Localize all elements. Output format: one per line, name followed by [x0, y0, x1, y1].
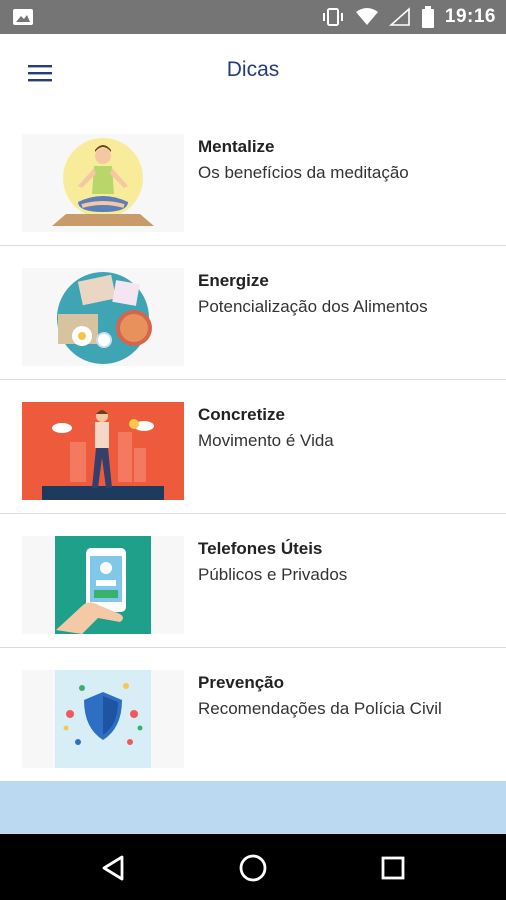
item-title: Mentalize: [198, 137, 275, 156]
item-title: Concretize: [198, 405, 285, 424]
status-bar: 19:16: [0, 0, 506, 34]
item-subtitle: Recomendações da Polícia Civil: [198, 699, 442, 718]
tips-list: Mentalize Os benefícios da meditação Ene…: [0, 112, 506, 782]
battery-icon: [421, 6, 434, 28]
meditation-image: [22, 134, 184, 232]
app-bar: Dicas: [0, 34, 506, 112]
back-triangle-icon: [102, 855, 124, 881]
item-subtitle: Públicos e Privados: [198, 565, 348, 584]
item-title: Prevenção: [198, 673, 284, 692]
phone-image: [22, 536, 184, 634]
bottom-banner: [0, 781, 506, 834]
status-time: 19:16: [444, 6, 496, 27]
food-image: [22, 268, 184, 366]
item-subtitle: Movimento é Vida: [198, 431, 334, 450]
wifi-icon: [355, 8, 378, 25]
vibrate-icon: [322, 8, 343, 26]
item-subtitle: Potencialização dos Alimentos: [198, 297, 428, 316]
list-item-concretize[interactable]: Concretize Movimento é Vida: [0, 380, 506, 514]
page-title: Dicas: [226, 58, 280, 81]
back-button[interactable]: [93, 848, 133, 888]
home-circle-icon: [239, 854, 267, 882]
home-button[interactable]: [233, 848, 273, 888]
item-title: Energize: [198, 271, 269, 290]
list-item-telefones-uteis[interactable]: Telefones Úteis Públicos e Privados: [0, 514, 506, 648]
item-title: Telefones Úteis: [198, 539, 323, 558]
recents-button[interactable]: [373, 848, 413, 888]
exercise-image: [22, 402, 184, 500]
list-item-prevencao[interactable]: Prevenção Recomendações da Polícia Civil: [0, 648, 506, 782]
shield-image: [22, 670, 184, 768]
image-notification-icon: [13, 9, 33, 25]
list-item-energize[interactable]: Energize Potencialização dos Alimentos: [0, 246, 506, 380]
item-subtitle: Os benefícios da meditação: [198, 163, 409, 182]
list-item-mentalize[interactable]: Mentalize Os benefícios da meditação: [0, 112, 506, 246]
system-navigation-bar: [0, 834, 506, 900]
recents-square-icon: [381, 856, 405, 880]
signal-icon: [388, 7, 410, 26]
